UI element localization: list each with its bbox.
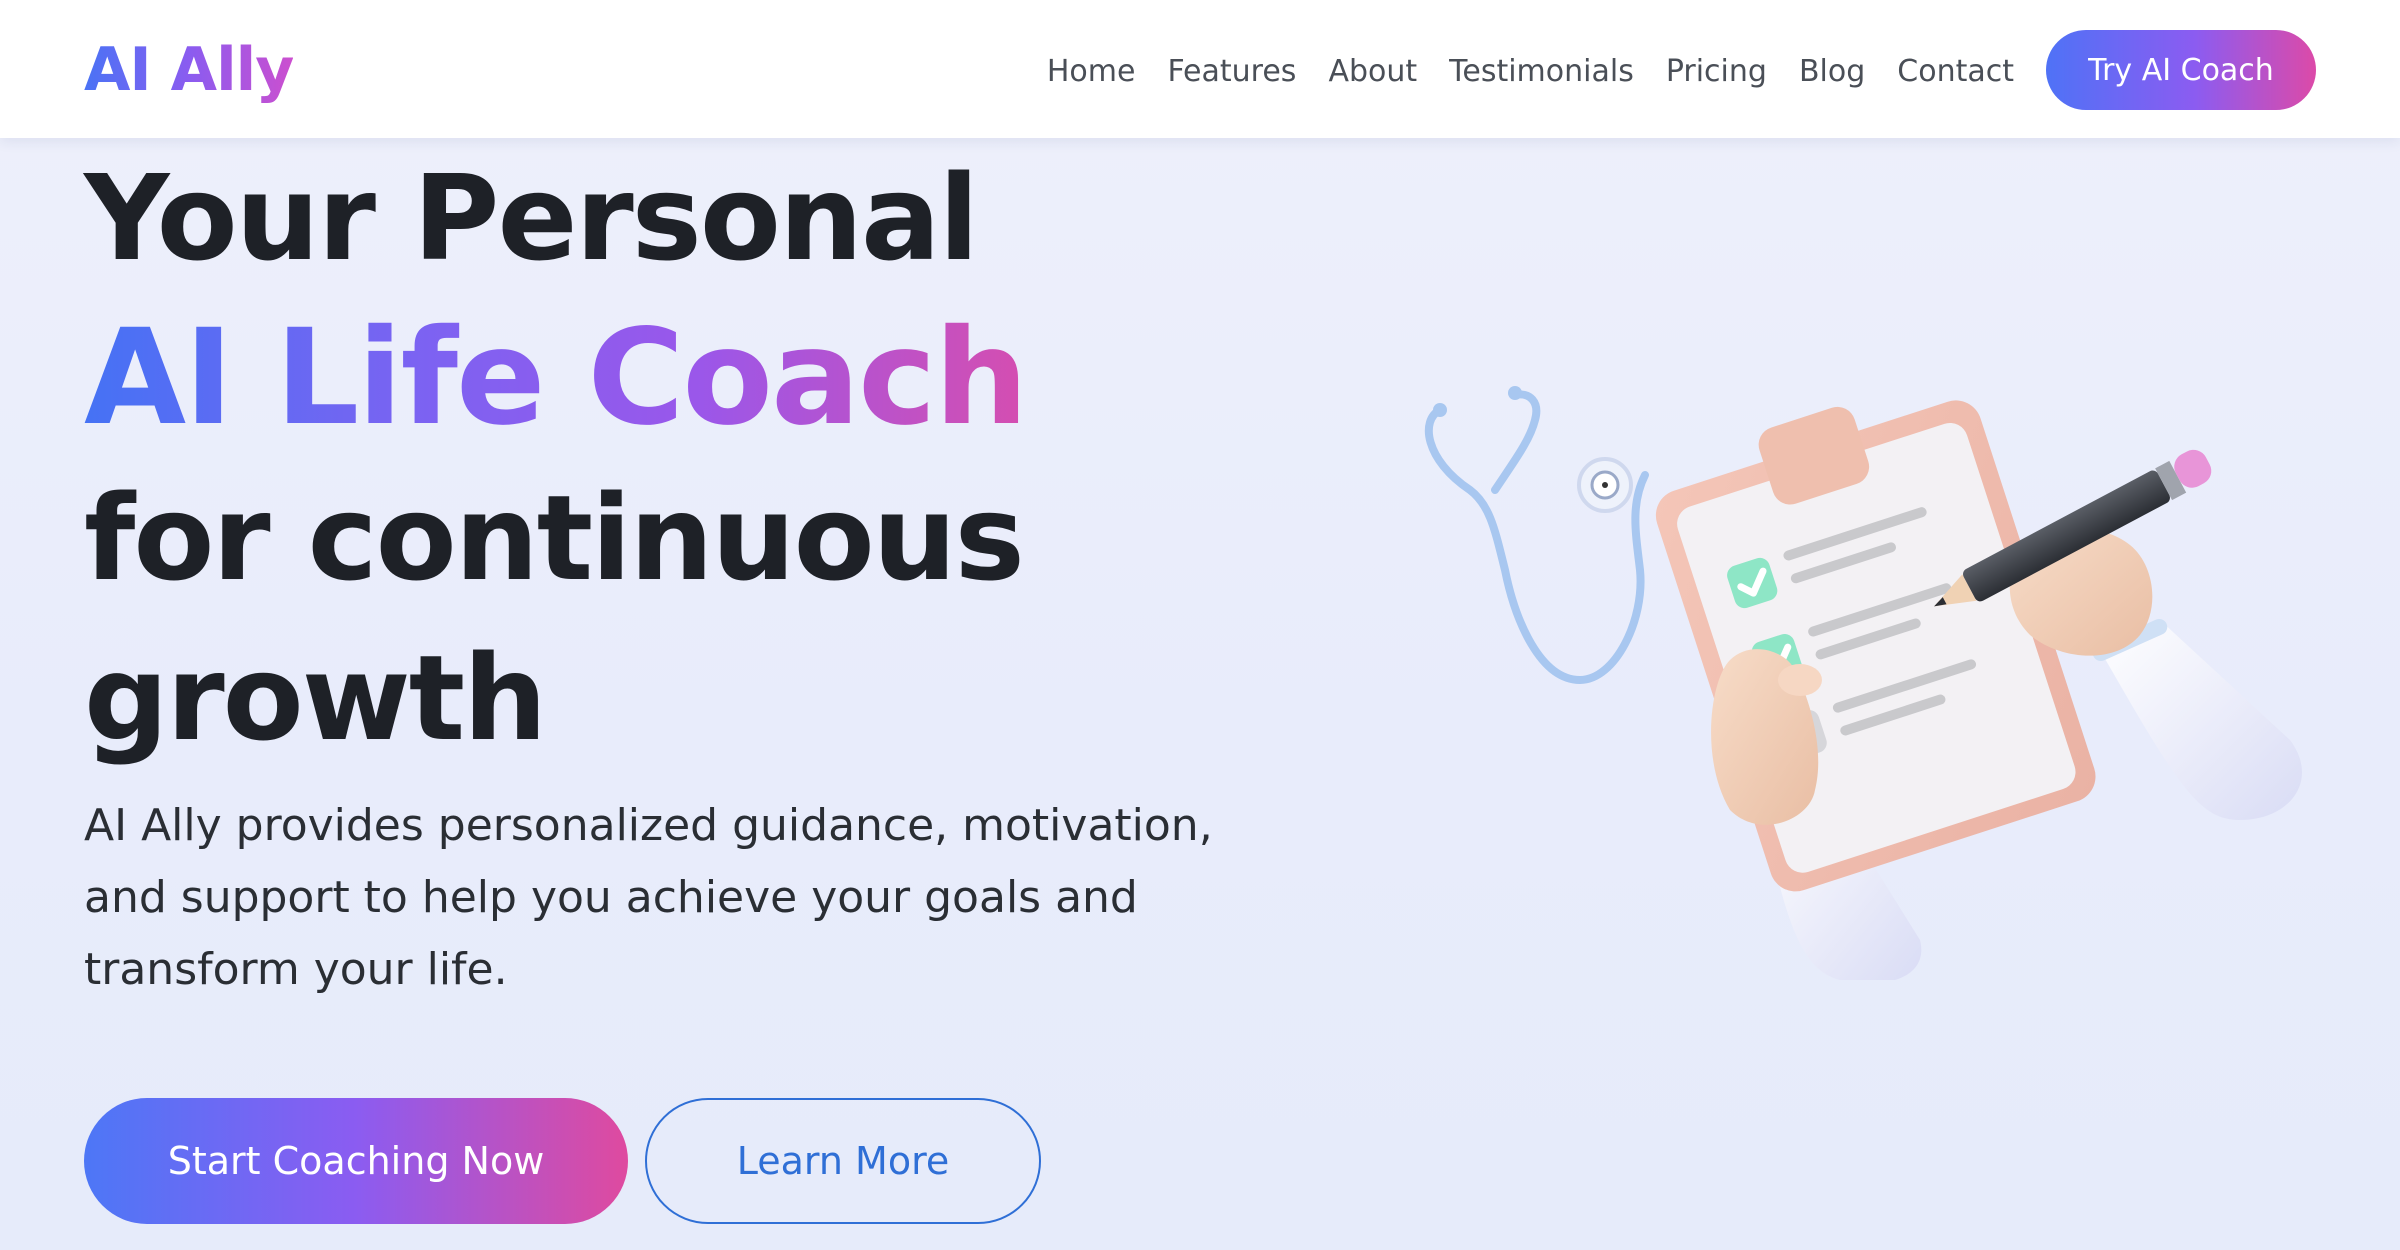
nav-about[interactable]: About (1328, 50, 1417, 94)
nav-pricing[interactable]: Pricing (1666, 50, 1767, 94)
clipboard-checklist-stethoscope-illustration (1424, 386, 2302, 980)
nav-testimonials[interactable]: Testimonials (1449, 50, 1634, 94)
start-coaching-button[interactable]: Start Coaching Now (84, 1098, 628, 1224)
brand-logo[interactable]: AI Ally (84, 34, 294, 106)
try-ai-coach-button[interactable]: Try AI Coach (2046, 30, 2316, 110)
hero-title-highlight: AI Life Coach (84, 298, 1028, 458)
hero-title-line3: for continuous (84, 469, 1025, 607)
learn-more-button[interactable]: Learn More (645, 1098, 1041, 1224)
hero-subtitle: AI Ally provides personalized guidance, … (84, 800, 1213, 995)
hero-title: Your Personal AI Life Coach for continuo… (84, 138, 1028, 778)
nav-features[interactable]: Features (1167, 50, 1296, 94)
nav-blog[interactable]: Blog (1799, 50, 1865, 94)
clipboard-icon (1655, 400, 2096, 892)
nav-links: Home Features About Testimonials Pricing… (1047, 50, 2014, 94)
nav-home[interactable]: Home (1047, 50, 1136, 94)
hero-title-line4: growth (84, 629, 547, 767)
nav-contact[interactable]: Contact (1897, 50, 2014, 94)
stethoscope-icon (1424, 386, 1649, 685)
left-hand-fingers-icon (1711, 649, 1822, 825)
hero-title-line1: Your Personal (84, 149, 979, 287)
navbar: AI Ally Home Features About Testimonials… (0, 0, 2400, 138)
